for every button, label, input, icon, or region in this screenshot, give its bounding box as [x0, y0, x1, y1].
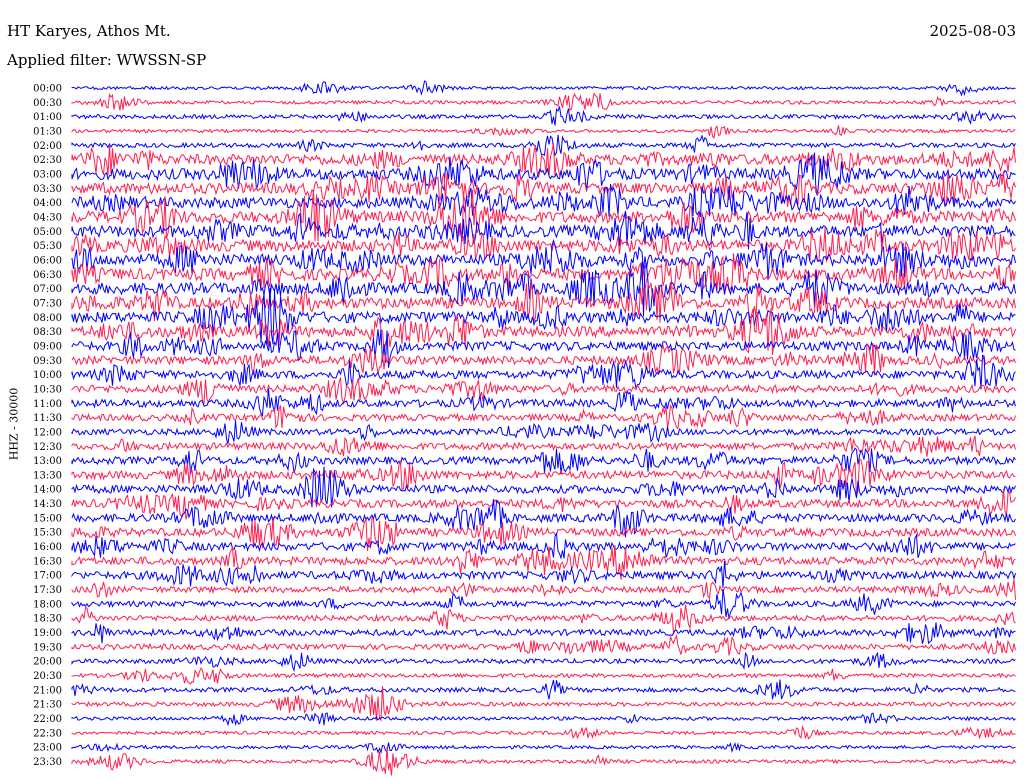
- time-label: 10:00: [33, 370, 62, 381]
- time-label: 04:30: [33, 212, 62, 223]
- trace-row: [71, 725, 1016, 740]
- trace-row: [71, 747, 1016, 776]
- time-label: 01:30: [33, 126, 62, 137]
- time-label: 05:00: [33, 227, 62, 238]
- time-label: 15:30: [33, 528, 62, 539]
- time-label: 14:00: [33, 485, 62, 496]
- time-label: 21:30: [33, 700, 62, 711]
- trace-row: [71, 741, 1016, 755]
- time-label: 09:30: [33, 356, 62, 367]
- time-label: 23:00: [33, 743, 62, 754]
- trace-row: [71, 377, 1016, 406]
- time-label: 18:00: [33, 599, 62, 610]
- time-label: 08:00: [33, 313, 62, 324]
- time-label: 01:00: [33, 112, 62, 123]
- time-label: 06:00: [33, 255, 62, 266]
- time-label: 05:30: [33, 241, 62, 252]
- trace-row: [71, 531, 1016, 560]
- trace-row: [71, 604, 1016, 635]
- trace-row: [71, 712, 1016, 727]
- time-label: 19:30: [33, 642, 62, 653]
- time-label: 06:30: [33, 270, 62, 281]
- time-label: 02:00: [33, 141, 62, 152]
- time-label: 07:30: [33, 298, 62, 309]
- trace-row: [71, 80, 1016, 97]
- time-label: 03:00: [33, 169, 62, 180]
- trace-row: [71, 679, 1016, 700]
- trace-row: [71, 579, 1016, 600]
- time-label: 07:00: [33, 284, 62, 295]
- time-label: 03:30: [33, 184, 62, 195]
- trace-row: [71, 106, 1016, 126]
- time-label: 20:30: [33, 671, 62, 682]
- time-label: 21:00: [33, 685, 62, 696]
- time-label: 19:00: [33, 628, 62, 639]
- seismogram-drum: 00:00 00:30 01:00 01:30 02:00 02:30 03:00 03:30…: [33, 80, 1016, 776]
- time-label: 17:30: [33, 585, 62, 596]
- time-label: 15:00: [33, 513, 62, 524]
- time-label: 08:30: [33, 327, 62, 338]
- time-label: 22:00: [33, 714, 62, 725]
- time-label: 11:30: [33, 413, 62, 424]
- time-label: 00:00: [33, 84, 62, 95]
- time-label: 04:00: [33, 198, 62, 209]
- time-label: 17:00: [33, 571, 62, 582]
- time-label: 10:30: [33, 384, 62, 395]
- time-label: 22:30: [33, 728, 62, 739]
- trace-row: [71, 281, 1016, 323]
- time-label: 20:00: [33, 657, 62, 668]
- trace-row: [71, 403, 1016, 430]
- trace-row: [71, 622, 1016, 645]
- time-label: 13:30: [33, 470, 62, 481]
- trace-row: [71, 92, 1016, 111]
- time-label: 14:30: [33, 499, 62, 510]
- trace-row: [71, 447, 1016, 475]
- trace-row: [71, 651, 1016, 673]
- time-label: 02:30: [33, 155, 62, 166]
- time-label: 11:00: [33, 399, 62, 410]
- trace-row: [71, 134, 1016, 157]
- time-label: 09:00: [33, 341, 62, 352]
- trace-row: [71, 125, 1016, 140]
- time-label: 12:30: [33, 442, 62, 453]
- trace-row: [71, 633, 1016, 656]
- trace-row: [71, 488, 1016, 520]
- time-label: 18:30: [33, 614, 62, 625]
- time-label: 16:00: [33, 542, 62, 553]
- time-label: 13:00: [33, 456, 62, 467]
- trace-row: [71, 435, 1016, 457]
- time-label: 23:30: [33, 757, 62, 768]
- time-label: 16:30: [33, 556, 62, 567]
- time-label: 00:30: [33, 98, 62, 109]
- trace-row: [71, 667, 1016, 685]
- time-label: 12:00: [33, 427, 62, 438]
